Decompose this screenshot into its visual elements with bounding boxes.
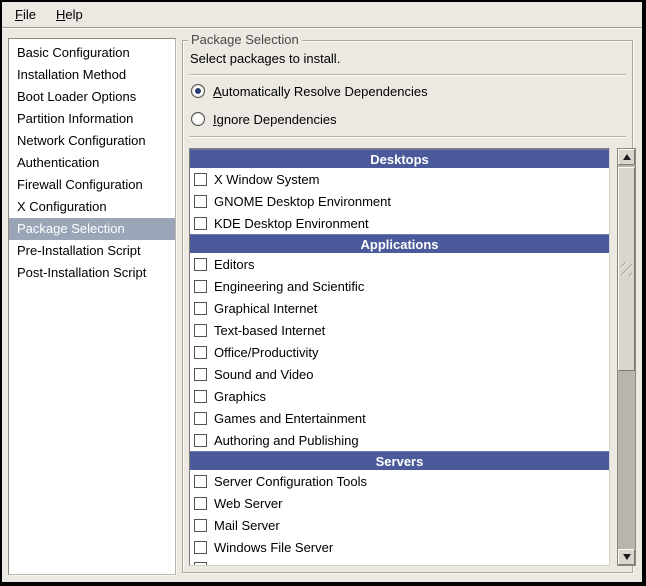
package-selection-groupbox: Package Selection Select packages to ins… [182,40,633,573]
radio-button-icon[interactable] [191,112,205,126]
package-row[interactable]: Graphics [190,385,609,407]
category-header: Applications [190,234,609,253]
package-checkbox[interactable] [194,346,207,359]
package-checkbox[interactable] [194,324,207,337]
sidebar-item[interactable]: Installation Method [9,64,175,86]
package-row[interactable]: Server Configuration Tools [190,470,609,492]
package-row[interactable]: Engineering and Scientific [190,275,609,297]
package-checkbox[interactable] [194,195,207,208]
package-row[interactable]: Editors [190,253,609,275]
radio-button-icon[interactable] [191,84,205,98]
accelerator-letter: H [56,7,65,22]
category-header: Desktops [190,149,609,168]
package-checkbox[interactable] [194,368,207,381]
sidebar-item[interactable]: Network Configuration [9,130,175,152]
package-checkbox[interactable] [194,302,207,315]
package-label: Mail Server [214,518,280,533]
package-checkbox[interactable] [194,217,207,230]
package-tree: Desktops X Window System GNOME Desktop Env… [189,148,610,566]
sidebar-item[interactable]: Partition Information [9,108,175,130]
groupbox-title: Package Selection [188,32,302,47]
menu-bar: FileHelp [2,2,642,27]
package-label: Web Server [214,496,282,511]
arrow-up-icon [623,154,631,160]
package-row[interactable]: Office/Productivity [190,341,609,363]
arrow-down-icon [623,554,631,560]
radio-option[interactable]: Automatically Resolve Dependencies [191,82,428,100]
menu-bar-separator [2,27,642,29]
category-header: Servers [190,451,609,470]
package-label: Office/Productivity [214,345,319,360]
package-label: Graphics [214,389,266,404]
sidebar-item[interactable]: Post-Installation Script [9,262,175,284]
menu-help[interactable]: Help [47,4,92,25]
package-label: Sound and Video [214,367,314,382]
radio-label: Automatically Resolve Dependencies [213,84,428,99]
package-checkbox[interactable] [194,519,207,532]
package-row[interactable]: Text-based Internet [190,319,609,341]
package-row[interactable]: Mail Server [190,514,609,536]
sidebar-item[interactable]: Basic Configuration [9,42,175,64]
scroll-down-button[interactable] [618,549,635,565]
package-checkbox[interactable] [194,173,207,186]
sidebar-item[interactable]: X Configuration [9,196,175,218]
label-text: gnore Dependencies [217,112,337,127]
package-label: Graphical Internet [214,301,317,316]
separator [189,74,626,76]
accelerator-letter: A [213,84,222,99]
sidebar-list: Basic ConfigurationInstallation MethodBo… [8,38,176,575]
package-row[interactable]: Games and Entertainment [190,407,609,429]
package-label: Engineering and Scientific [214,279,364,294]
package-checkbox[interactable] [194,390,207,403]
radio-option[interactable]: Ignore Dependencies [191,110,337,128]
package-label: Editors [214,257,254,272]
scroll-up-button[interactable] [618,149,635,165]
package-checkbox[interactable] [194,541,207,554]
package-list-area: Desktops X Window System GNOME Desktop Env… [189,148,627,566]
label-text: utomatically Resolve Dependencies [222,84,428,99]
vertical-scrollbar[interactable] [617,148,636,566]
package-row[interactable]: Authoring and Publishing [190,429,609,451]
package-checkbox[interactable] [194,497,207,510]
package-row[interactable]: Web Server [190,492,609,514]
kickstart-configurator-window: FileHelp Basic ConfigurationInstallation… [0,0,646,586]
package-row-clipped[interactable] [190,558,609,566]
package-checkbox[interactable] [194,412,207,425]
sidebar-item[interactable]: Package Selection [9,218,175,240]
package-row[interactable]: X Window System [190,168,609,190]
package-row[interactable]: Sound and Video [190,363,609,385]
package-label: GNOME Desktop Environment [214,194,391,209]
sidebar-item[interactable]: Pre-Installation Script [9,240,175,262]
separator [189,136,626,138]
package-row[interactable]: Graphical Internet [190,297,609,319]
package-row[interactable]: GNOME Desktop Environment [190,190,609,212]
label-text: elp [65,7,82,22]
package-checkbox[interactable] [194,475,207,488]
package-row[interactable]: Windows File Server [190,536,609,558]
package-checkbox[interactable] [194,562,207,566]
package-label: Server Configuration Tools [214,474,367,489]
package-label: X Window System [214,172,319,187]
package-checkbox[interactable] [194,258,207,271]
package-label: Authoring and Publishing [214,433,359,448]
radio-label: Ignore Dependencies [213,112,337,127]
package-label: Games and Entertainment [214,411,366,426]
sidebar-item[interactable]: Boot Loader Options [9,86,175,108]
package-checkbox[interactable] [194,280,207,293]
scrollbar-thumb[interactable] [618,167,635,371]
sidebar-item[interactable]: Firewall Configuration [9,174,175,196]
menu-file[interactable]: File [6,4,45,25]
accelerator-letter: F [15,7,23,22]
label-text: ile [23,7,36,22]
package-row[interactable]: KDE Desktop Environment [190,212,609,234]
package-label: Windows File Server [214,540,333,555]
groupbox-description: Select packages to install. [190,51,340,66]
package-label: Text-based Internet [214,323,325,338]
sidebar-item[interactable]: Authentication [9,152,175,174]
package-label: KDE Desktop Environment [214,216,369,231]
package-checkbox[interactable] [194,434,207,447]
